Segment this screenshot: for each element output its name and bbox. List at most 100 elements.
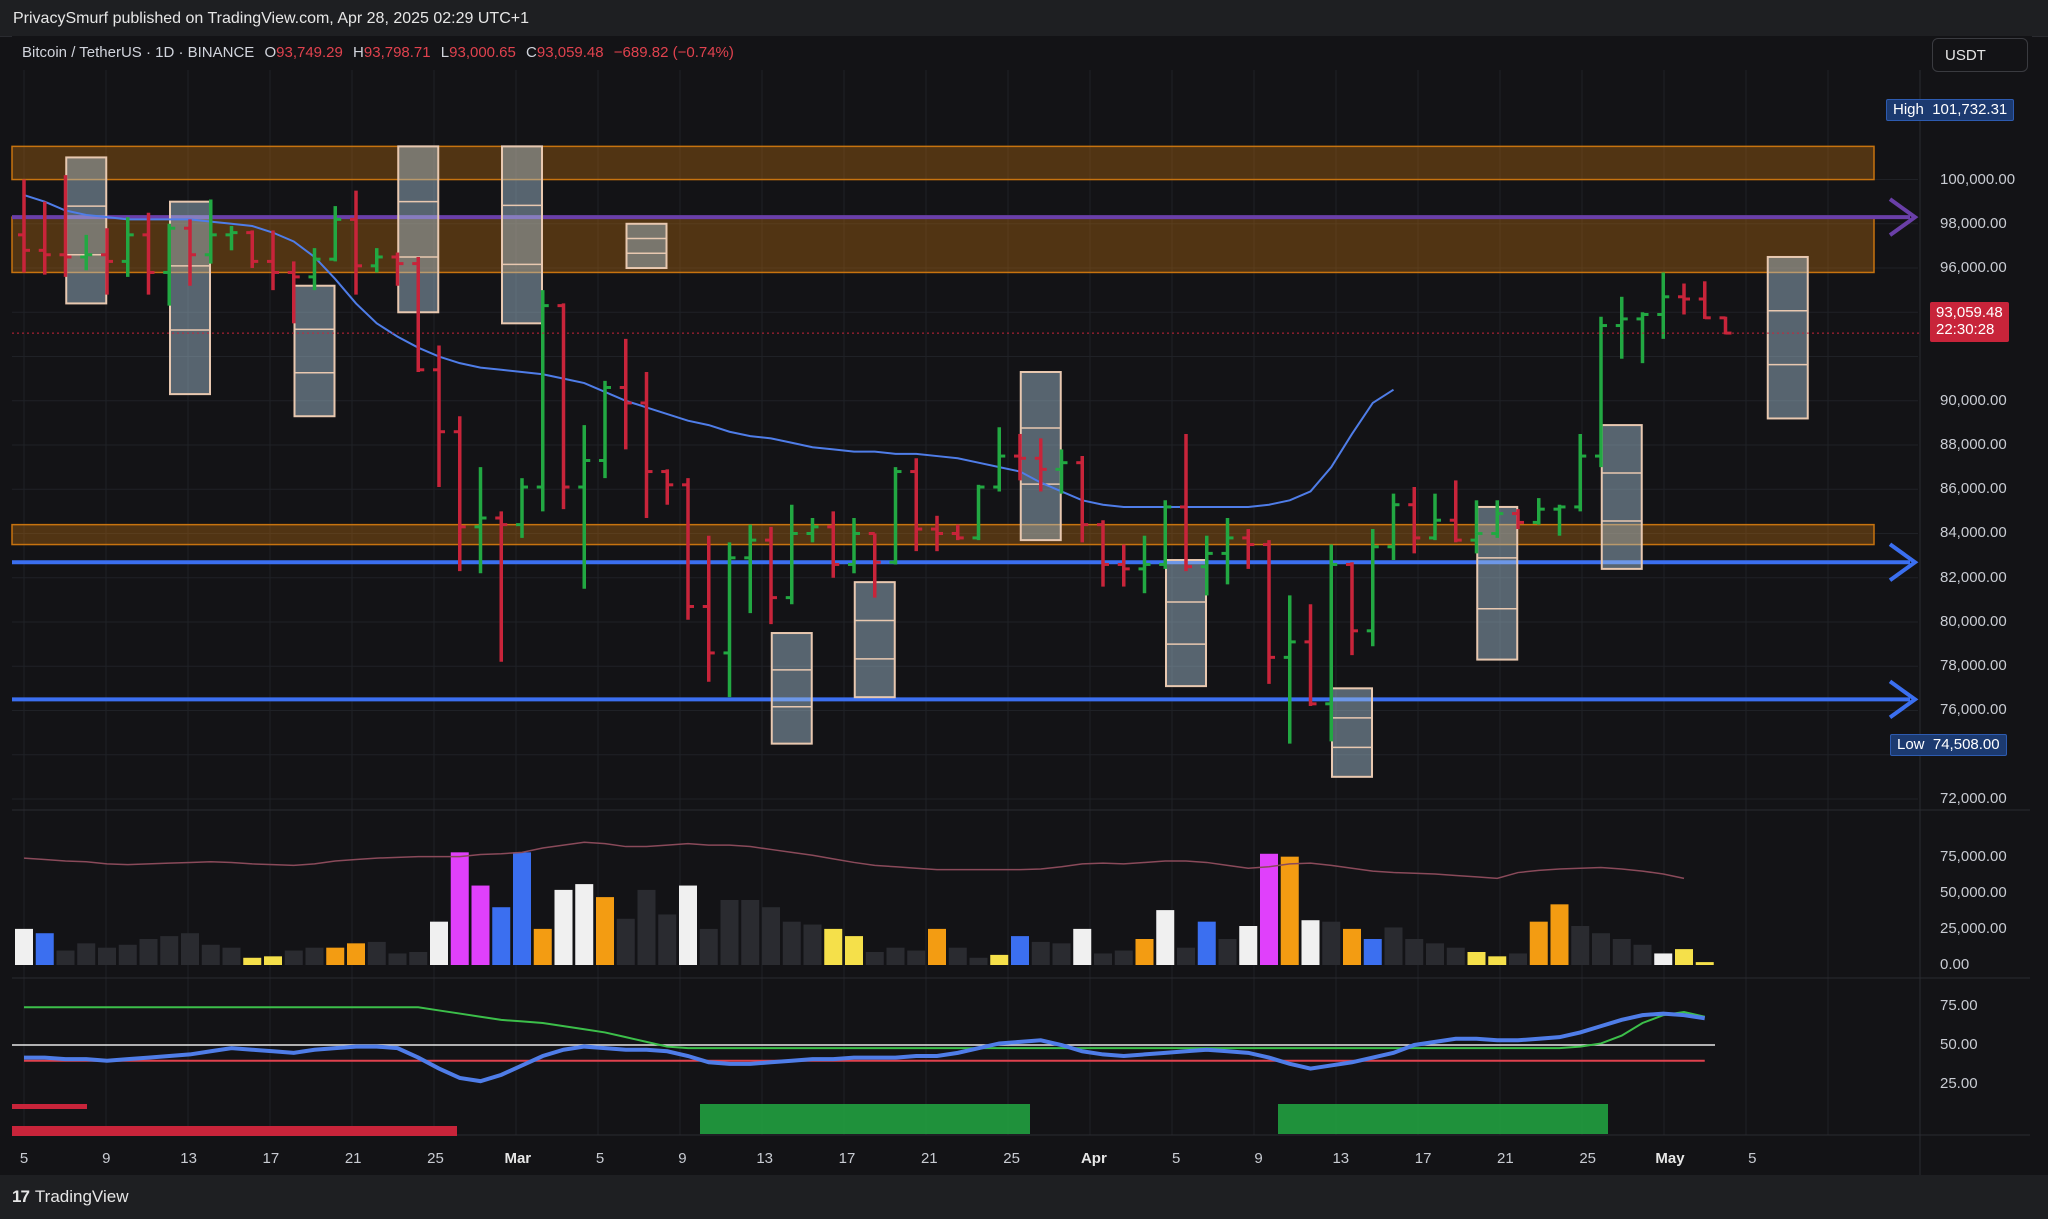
supply-demand-zone bbox=[11, 216, 1875, 274]
low-label: L bbox=[440, 44, 450, 61]
time-tick-label: 5 bbox=[595, 1150, 605, 1167]
time-tick-label: 17 bbox=[1414, 1150, 1432, 1167]
time-tick-label: 13 bbox=[756, 1150, 774, 1167]
volume-bar bbox=[1695, 962, 1714, 965]
volume-bar bbox=[1675, 949, 1693, 965]
volume-bar bbox=[1446, 947, 1465, 965]
time-tick-label: 13 bbox=[180, 1150, 197, 1167]
time-tick-label: 9 bbox=[1254, 1150, 1263, 1167]
volume-bar bbox=[679, 885, 697, 965]
volume-bar bbox=[222, 947, 241, 965]
volume-bar bbox=[98, 947, 116, 965]
tradingview-brand: TradingView bbox=[34, 1187, 129, 1206]
volume-bar bbox=[720, 900, 739, 965]
volume-bar bbox=[575, 884, 594, 965]
volume-bar bbox=[554, 889, 573, 965]
price-tick-label: 80,000.00 bbox=[1940, 612, 2007, 630]
time-tick-label: 21 bbox=[1497, 1150, 1514, 1167]
high-badge: High 101,732.31 bbox=[1886, 99, 2015, 121]
volume-bar bbox=[1073, 928, 1092, 965]
high-badge-label: High bbox=[1893, 101, 1924, 118]
rsi-tick-label: 50.00 bbox=[1940, 1036, 1978, 1053]
volume-bar bbox=[1343, 928, 1361, 965]
range-box bbox=[1600, 424, 1643, 570]
volume-bar bbox=[1011, 936, 1029, 965]
close-label: C bbox=[526, 44, 537, 61]
time-tick-label: 21 bbox=[344, 1150, 362, 1167]
price-tick-label: 100,000.00 bbox=[1940, 170, 2016, 188]
volume-tick-label: 75,000.00 bbox=[1940, 847, 2007, 865]
range-box bbox=[625, 222, 668, 270]
volume-bar bbox=[1239, 926, 1258, 965]
price-tick-label: 88,000.00 bbox=[1940, 436, 2007, 453]
signal-bar bbox=[700, 1104, 1030, 1134]
volume-bar bbox=[1135, 939, 1154, 965]
time-tick-label: Mar bbox=[504, 1150, 532, 1167]
volume-bar bbox=[990, 954, 1009, 965]
volume-bar bbox=[824, 928, 843, 965]
range-box bbox=[501, 145, 543, 325]
volume-bar bbox=[77, 943, 96, 965]
open-label: O bbox=[264, 44, 277, 61]
time-tick-label: 13 bbox=[1332, 1150, 1350, 1167]
symbol-legend: Bitcoin / TetherUS · 1D · BINANCE O93,74… bbox=[22, 44, 734, 61]
price-tick-label: 96,000.00 bbox=[1940, 259, 2007, 277]
volume-bar bbox=[409, 952, 428, 965]
volume-bar bbox=[1467, 952, 1486, 965]
volume-bar bbox=[1529, 921, 1548, 965]
open-value: 93,749.29 bbox=[276, 44, 343, 61]
price-tick-label: 72,000.00 bbox=[1940, 789, 2007, 807]
volume-bar bbox=[35, 933, 54, 965]
rsi-tick-label: 25.00 bbox=[1940, 1075, 1978, 1093]
last-price-badge: 93,059.48 22:30:28 bbox=[1930, 302, 2009, 342]
volume-bar bbox=[1654, 953, 1673, 965]
price-tick-label: 90,000.00 bbox=[1940, 391, 2007, 409]
volume-bar bbox=[1363, 939, 1382, 965]
chart-svg[interactable] bbox=[0, 0, 2048, 1219]
volume-bar bbox=[367, 941, 386, 965]
volume-bar bbox=[1426, 943, 1444, 965]
volume-bar bbox=[201, 944, 220, 965]
price-tick-label: 76,000.00 bbox=[1940, 701, 2007, 719]
volume-bar bbox=[782, 921, 801, 965]
volume-bar bbox=[305, 947, 324, 965]
range-box bbox=[1331, 687, 1373, 778]
volume-bar bbox=[803, 924, 822, 965]
change-value: −689.82 (−0.74%) bbox=[613, 44, 734, 61]
volume-bar bbox=[326, 947, 345, 965]
volume-bar bbox=[637, 889, 656, 965]
volume-bar bbox=[865, 952, 884, 965]
volume-bar bbox=[1384, 927, 1403, 965]
time-tick-label: May bbox=[1655, 1150, 1685, 1167]
high-value: 93,798.71 bbox=[363, 44, 431, 61]
volume-bar bbox=[658, 914, 677, 965]
volume-bar bbox=[1592, 933, 1610, 965]
range-box bbox=[853, 581, 896, 699]
volume-bar bbox=[699, 928, 718, 965]
supply-demand-zone bbox=[11, 145, 1875, 181]
signal-bar bbox=[12, 1126, 457, 1136]
volume-bar bbox=[1550, 904, 1569, 965]
volume-bar bbox=[762, 907, 780, 965]
volume-bar bbox=[1633, 944, 1652, 965]
volume-bar bbox=[741, 900, 760, 965]
currency-button[interactable]: USDT bbox=[1932, 38, 2028, 72]
volume-bar bbox=[928, 928, 946, 965]
volume-bar bbox=[243, 957, 262, 965]
low-badge: Low 74,508.00 bbox=[1890, 734, 2007, 756]
volume-bar bbox=[969, 957, 988, 965]
tradingview-logo[interactable]: 17 TradingView bbox=[12, 1187, 128, 1207]
rsi-tick-label: 75.00 bbox=[1940, 996, 1978, 1014]
volume-bar bbox=[1301, 920, 1320, 965]
volume-bar bbox=[1488, 956, 1507, 965]
volume-bar bbox=[347, 943, 365, 965]
price-tick-label: 98,000.00 bbox=[1940, 214, 2007, 232]
high-badge-value: 101,732.31 bbox=[1932, 101, 2008, 118]
symbol-title: Bitcoin / TetherUS · 1D · BINANCE bbox=[22, 44, 255, 61]
volume-bar bbox=[1218, 939, 1237, 965]
range-box bbox=[1165, 559, 1207, 688]
volume-bar bbox=[533, 928, 552, 965]
price-tick-label: 82,000.00 bbox=[1940, 568, 2007, 586]
range-box bbox=[770, 632, 813, 745]
volume-bar bbox=[1031, 941, 1050, 965]
